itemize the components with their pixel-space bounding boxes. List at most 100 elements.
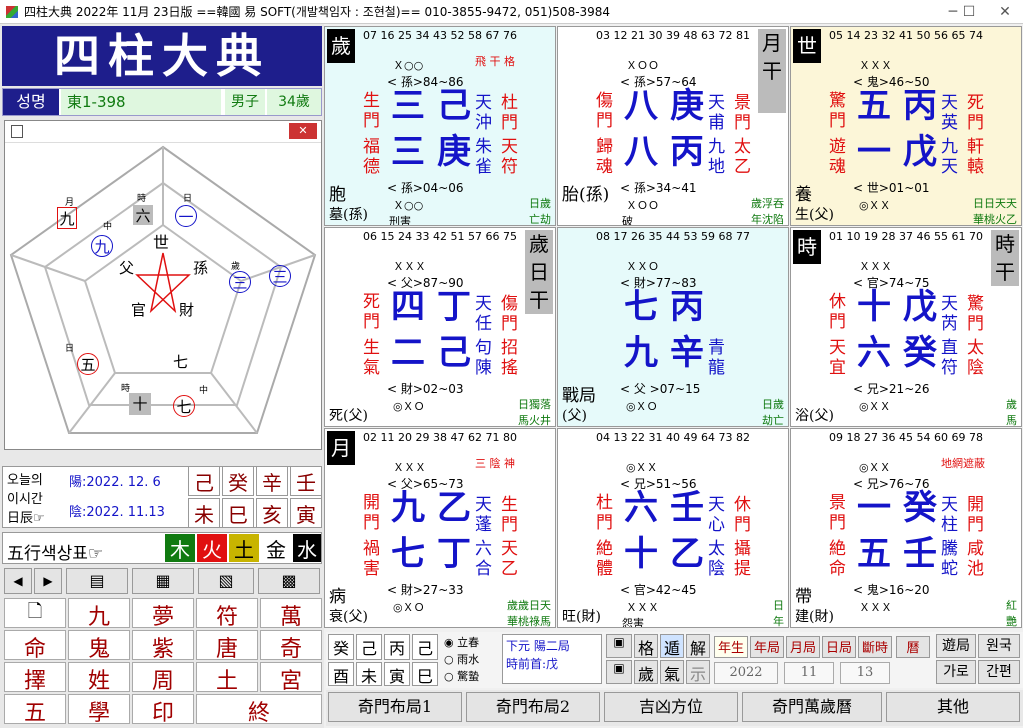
cell-star: 四	[391, 287, 425, 327]
cell-star: 二	[391, 333, 425, 373]
chart-cell[interactable]: 07 16 25 34 43 52 58 67 76 飛 干 格歲 Ｘ○○ < 孫>8…	[324, 26, 556, 226]
grid-button[interactable]: 九	[68, 598, 130, 630]
gz-top: 壬	[290, 466, 322, 496]
app-icon	[6, 6, 18, 18]
grid-button[interactable]: 命	[4, 630, 66, 662]
five-elements-legend: 五行색상표☞ 木 火 土 金 水	[2, 532, 322, 564]
tab-button[interactable]: 月局	[786, 636, 820, 658]
opt-button[interactable]: 示	[686, 660, 710, 684]
opt-button[interactable]: 歲	[634, 660, 658, 684]
grid-button[interactable]: 終	[196, 694, 322, 726]
grid-button[interactable]: 印	[132, 694, 194, 726]
tab-button[interactable]: 曆	[896, 636, 930, 658]
pentagon-wheel	[9, 145, 317, 434]
year-spinner[interactable]: 2022	[714, 662, 778, 684]
chart-cell[interactable]: 06 15 24 33 42 51 57 66 75 歲日干 ＸＸＸ < 父>87~9…	[324, 227, 556, 427]
prev-icon[interactable]: ◀	[4, 568, 32, 594]
cell-top-marks: ＸＸＸ	[859, 59, 892, 72]
grid-button[interactable]: 周	[132, 662, 194, 694]
footer-tab[interactable]: 奇門布局2	[466, 692, 600, 722]
date-label: 日辰☞	[7, 511, 45, 526]
cell-top-marks: ＸＸＯ	[626, 260, 659, 273]
term-radio[interactable]: ○ 雨水	[444, 651, 479, 667]
grid-button[interactable]: 鬼	[68, 630, 130, 662]
opt-button[interactable]: 遁	[660, 634, 684, 658]
film-icon[interactable]: ▣	[606, 660, 632, 684]
footer-tab[interactable]: 吉凶方位	[604, 692, 738, 722]
grid-button[interactable]: 唐	[196, 630, 258, 662]
opt-button[interactable]: 解	[686, 634, 710, 658]
cell-kin-bot: < 父 >07~15	[620, 382, 701, 396]
chart-cell[interactable]: 04 13 22 31 40 49 64 73 82 ◎ＸＸ < 兄>51~56 杜門…	[557, 428, 789, 628]
maximize-button[interactable]: ☐	[954, 0, 984, 24]
month-spinner[interactable]: 11	[784, 662, 834, 684]
cell-star: 壬	[670, 488, 704, 528]
footer-tab[interactable]: 奇門布局1	[328, 692, 462, 722]
name-field[interactable]: 東1-398	[61, 89, 221, 115]
chart-cell[interactable]: 01 10 19 28 37 46 55 61 70 時時干 ＸＸＸ < 官>74~7…	[790, 227, 1022, 427]
grid-button[interactable]: 夢	[132, 598, 194, 630]
cell-c: 刑害	[389, 215, 411, 226]
term-radio[interactable]: ○ 驚蟄	[444, 668, 479, 684]
gz-bot: 寅	[290, 498, 322, 528]
cell-kin-bot: < 世>01~01	[853, 181, 930, 195]
opt-button[interactable]: 格	[634, 634, 658, 658]
wheel-item: 父	[119, 259, 135, 277]
tab-button[interactable]: 斷時	[858, 636, 892, 658]
wheel-close-icon[interactable]: ✕	[289, 123, 317, 139]
tab-button[interactable]: 年生	[714, 636, 748, 658]
bgz: 未	[356, 662, 382, 686]
chart-cell[interactable]: 08 17 26 35 44 53 59 68 77 ＸＸＯ < 財>77~83 七丙…	[557, 227, 789, 427]
k-button[interactable]: 遊局	[936, 634, 976, 658]
tab-button[interactable]: 年局	[750, 636, 784, 658]
next-icon[interactable]: ▶	[34, 568, 62, 594]
film-icon[interactable]: ▣	[606, 634, 632, 658]
k-button[interactable]: 간편	[978, 660, 1020, 684]
grid-button[interactable]: 土	[196, 662, 258, 694]
cell-d: 日歲	[529, 197, 551, 210]
name-label: 성명	[3, 89, 59, 115]
grid-button[interactable]: 符	[196, 598, 258, 630]
cell-numbers: 07 16 25 34 43 52 58 67 76	[363, 29, 517, 42]
footer-tab[interactable]: 其他	[886, 692, 1020, 722]
preview-icon[interactable]: ▩	[258, 568, 320, 594]
cell-god: 驚門	[967, 294, 984, 334]
grid-button[interactable]: 宮	[260, 662, 322, 694]
grid-button[interactable]: 姓	[68, 662, 130, 694]
ju-line: 時前首:戊	[506, 657, 559, 671]
footer-tab[interactable]: 奇門萬歲曆	[742, 692, 882, 722]
cell-tag: 時干	[991, 230, 1019, 286]
cell-note: 三 陰 神	[475, 457, 515, 470]
grid-button[interactable]: 奇	[260, 630, 322, 662]
chart-cell[interactable]: 02 11 20 29 38 47 62 71 80 三 陰 神月 ＸＸＸ < 父>6…	[324, 428, 556, 628]
cell-bot-marks: ◎ＸＯ	[626, 400, 658, 413]
grid-button[interactable]: 擇	[4, 662, 66, 694]
grid-button[interactable]: 五	[4, 694, 66, 726]
term-radio[interactable]: ◉ 立春	[444, 634, 479, 650]
cell-kin-bot: < 孫>04~06	[387, 181, 464, 195]
new-doc-icon[interactable]: 🗋	[4, 598, 66, 628]
cell-door: 門	[363, 312, 380, 332]
grid-button[interactable]: 萬	[260, 598, 322, 630]
save-icon[interactable]: ▤	[66, 568, 128, 594]
chart-cell[interactable]: 09 18 27 36 45 54 60 69 78 地網遮蔽 ◎ＸＸ < 兄>76~…	[790, 428, 1022, 628]
grid-button[interactable]: 學	[68, 694, 130, 726]
opt-button[interactable]: 氣	[660, 660, 684, 684]
day-spinner[interactable]: 13	[840, 662, 890, 684]
wheel-small: 日	[183, 194, 193, 204]
chart-cell[interactable]: 05 14 23 32 41 50 56 65 74 世 ＸＸＸ < 鬼>46~50 驚…	[790, 26, 1022, 226]
chart-cell[interactable]: 03 12 21 30 39 48 63 72 81 月干 ＸＯＯ < 孫>57~64…	[557, 26, 789, 226]
k-button[interactable]: 가로	[936, 660, 976, 684]
cell-star: 一	[857, 132, 891, 172]
tab-button[interactable]: 日局	[822, 636, 856, 658]
cell-door: 門	[829, 312, 846, 332]
print-icon[interactable]: ▦	[132, 568, 194, 594]
k-button[interactable]: 원국	[978, 634, 1020, 658]
cell-god: 天心	[708, 495, 725, 535]
close-button[interactable]: ✕	[990, 0, 1020, 24]
cell-star: 癸	[903, 488, 937, 528]
grid-button[interactable]: 紫	[132, 630, 194, 662]
bgz: 己	[412, 634, 438, 660]
cell-bot-marks: ＸＯＯ	[626, 199, 659, 212]
edit-icon[interactable]: ▧	[198, 568, 254, 594]
